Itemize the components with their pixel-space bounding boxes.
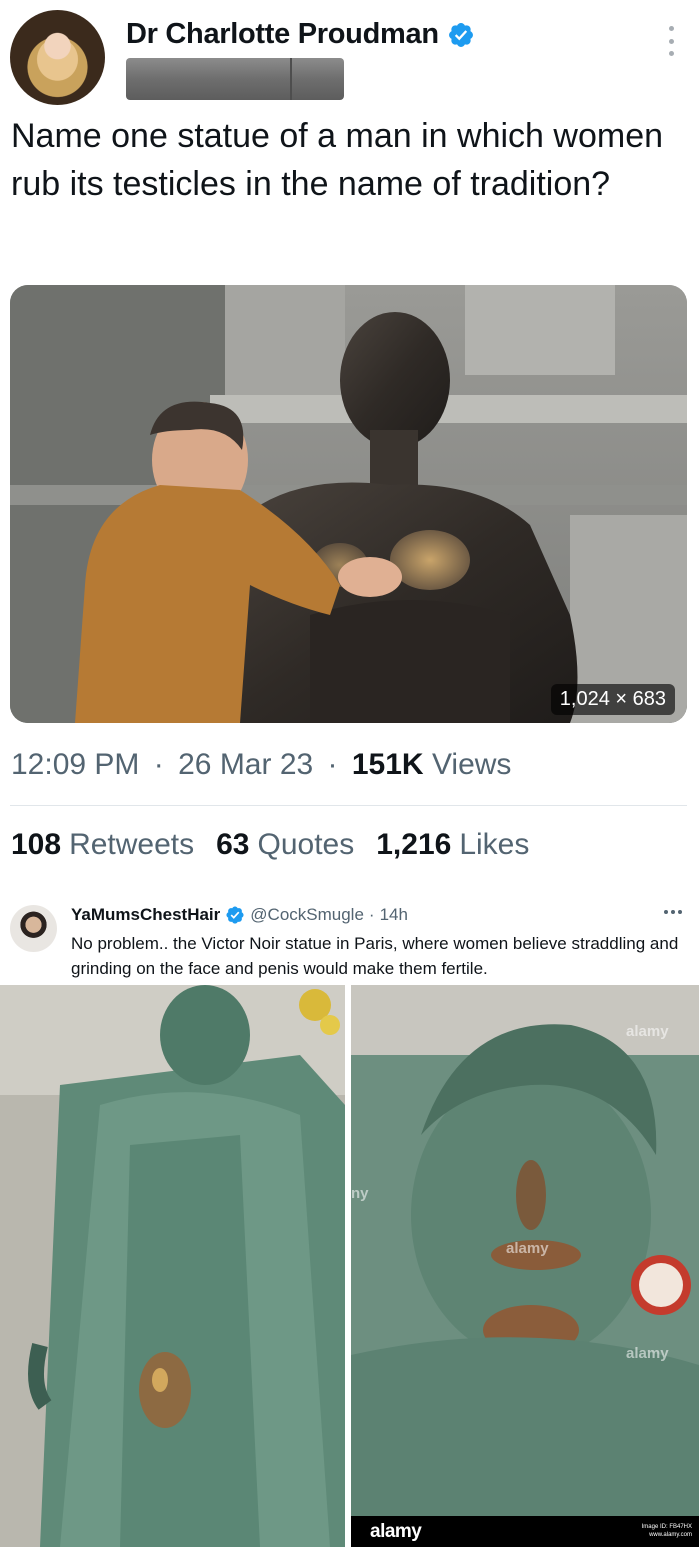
reply-author-name[interactable]: YaMumsChestHair (71, 905, 220, 925)
verified-badge-icon (226, 906, 244, 924)
reply-media-image-2[interactable]: alamy ny alamy alamy (351, 985, 699, 1547)
image-id-text: Image ID: FB47HX (641, 1524, 692, 1530)
site-text: www.alamy.com (649, 1532, 692, 1538)
meta-separator: · (153, 748, 164, 781)
more-options-icon[interactable] (664, 910, 682, 914)
watermark-alamy: alamy (506, 1240, 549, 1257)
tweet-text: Name one statue of a man in which women … (11, 117, 664, 203)
likes-stat[interactable]: 1,216 Likes (376, 828, 529, 862)
retweets-label: Retweets (69, 828, 195, 861)
tweet-date[interactable]: 26 Mar 23 (178, 748, 313, 781)
tweet-media-image[interactable]: 1,024 × 683 (10, 285, 687, 723)
tweet-meta: 12:09 PM · 26 Mar 23 · 151K Views (11, 748, 511, 782)
redacted-handle (126, 58, 344, 100)
alamy-image-id: Image ID: FB47HX www.alamy.com (628, 1523, 692, 1539)
reply-avatar[interactable] (10, 905, 57, 952)
quotes-stat[interactable]: 63 Quotes (216, 828, 354, 862)
watermark-alamy: alamy (626, 1023, 669, 1040)
divider (10, 805, 687, 806)
retweets-stat[interactable]: 108 Retweets (11, 828, 194, 862)
views-count: 151K (351, 748, 424, 781)
reply-handle[interactable]: @CockSmugle (250, 905, 364, 925)
author-row: Dr Charlotte Proudman (126, 18, 475, 51)
more-options-icon[interactable] (664, 26, 678, 56)
retweets-count: 108 (11, 828, 62, 861)
alamy-logo: alamy (370, 1521, 422, 1542)
verified-badge-icon (448, 22, 473, 47)
media-dimensions-badge: 1,024 × 683 (550, 684, 675, 715)
reply-media-image-1[interactable] (0, 985, 345, 1547)
reply-age[interactable]: 14h (380, 905, 408, 925)
victor-noir-statue-face (351, 985, 699, 1547)
views-label: Views (431, 748, 512, 781)
tweet-stats: 108 Retweets 63 Quotes 1,216 Likes (11, 828, 529, 862)
quotes-count: 63 (216, 828, 250, 861)
likes-count: 1,216 (376, 828, 452, 861)
author-name[interactable]: Dr Charlotte Proudman (126, 18, 439, 51)
quotes-label: Quotes (257, 828, 355, 861)
watermark-alamy: alamy (626, 1345, 669, 1362)
meta-separator: · (327, 748, 338, 781)
victor-noir-statue-full (0, 985, 345, 1547)
reply-separator: · (368, 905, 375, 924)
reply-header: YaMumsChestHair @CockSmugle · 14h (71, 905, 408, 925)
author-avatar[interactable] (10, 10, 105, 105)
statue-photo (10, 285, 687, 723)
reply-text: No problem.. the Victor Noir statue in P… (71, 934, 679, 978)
tweet-time[interactable]: 12:09 PM (11, 748, 139, 781)
likes-label: Likes (459, 828, 530, 861)
watermark-partial: ny (351, 1185, 369, 1202)
